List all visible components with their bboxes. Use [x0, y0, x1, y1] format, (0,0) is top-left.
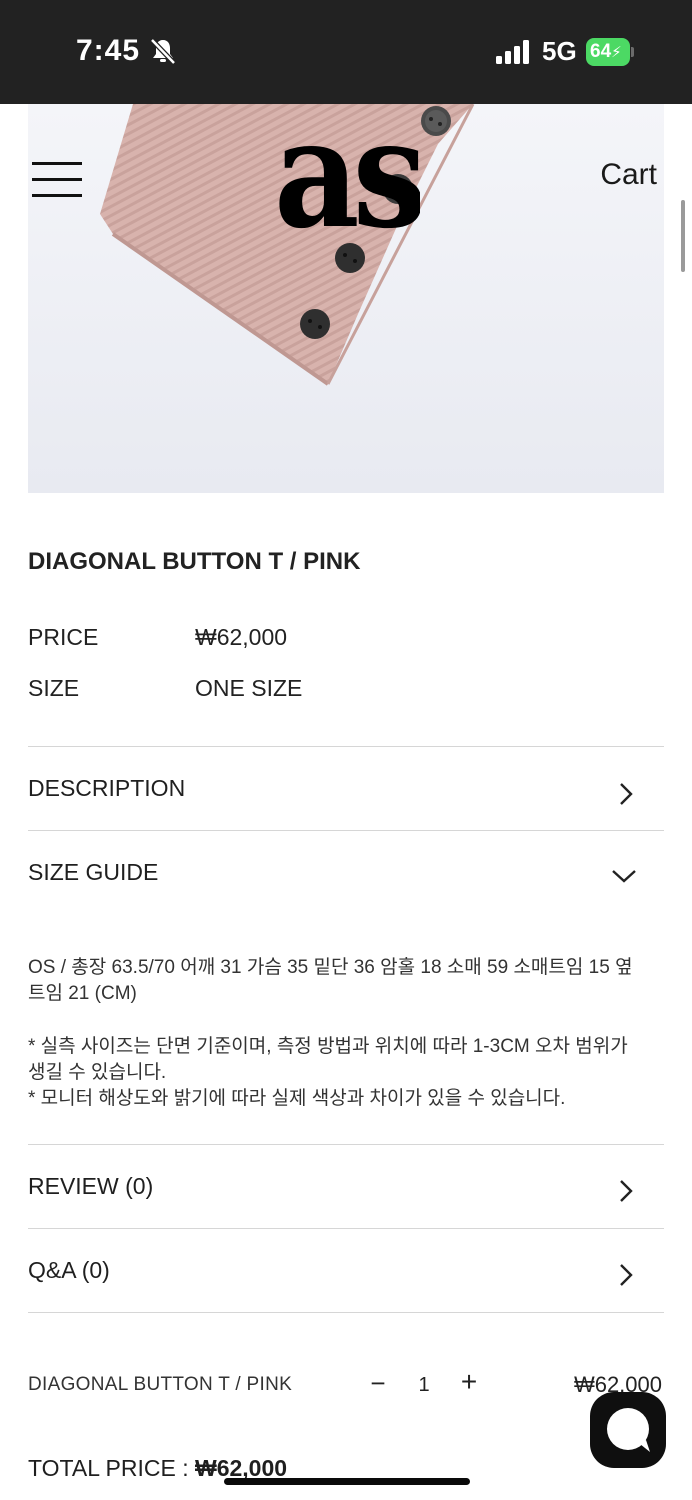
description-toggle[interactable]: DESCRIPTION: [28, 747, 664, 831]
chevron-right-icon: [620, 783, 633, 805]
brand-logo[interactable]: as: [274, 108, 420, 238]
battery-icon: 64⚡: [586, 38, 634, 66]
bell-slash-icon: [150, 38, 176, 65]
svg-text:as: as: [274, 108, 420, 238]
price-value: ₩62,000: [195, 624, 288, 650]
battery-percent: 64: [590, 41, 612, 62]
size-guide-label: SIZE GUIDE: [28, 859, 159, 885]
battery-level: 64⚡: [586, 38, 630, 66]
menu-icon[interactable]: [32, 162, 82, 198]
chevron-down-icon: [612, 870, 636, 883]
size-guide-measurements: OS / 총장 63.5/70 어깨 31 가슴 35 밑단 36 암홀 18 …: [28, 957, 633, 1004]
description-label: DESCRIPTION: [28, 775, 186, 801]
cart-link[interactable]: Cart: [600, 158, 657, 192]
battery-tip: [631, 47, 634, 57]
charging-bolt-icon: ⚡: [611, 44, 622, 61]
product-title: DIAGONAL BUTTON T / PINK: [28, 548, 361, 575]
divider: [28, 1312, 664, 1313]
home-indicator[interactable]: [224, 1478, 470, 1485]
order-item-name: DIAGONAL BUTTON T / PINK: [28, 1374, 293, 1395]
quantity-increase-button[interactable]: +: [456, 1366, 482, 1398]
qna-label: Q&A (0): [28, 1257, 110, 1283]
size-guide-toggle[interactable]: SIZE GUIDE: [28, 831, 664, 915]
menu-line: [32, 194, 82, 197]
chevron-right-icon: [620, 1264, 633, 1286]
menu-line: [32, 178, 82, 181]
total-label: TOTAL PRICE :: [28, 1455, 195, 1481]
chat-button[interactable]: [590, 1392, 666, 1468]
scrollbar-thumb[interactable]: [681, 200, 685, 272]
size-label: SIZE: [28, 675, 80, 701]
chevron-right-icon: [620, 1180, 633, 1202]
signal-icon: [496, 40, 529, 64]
qna-toggle[interactable]: Q&A (0): [28, 1229, 664, 1313]
review-label: REVIEW (0): [28, 1173, 154, 1199]
quantity-value[interactable]: 1: [412, 1374, 436, 1397]
status-bar: 7:45 5G 64⚡: [0, 0, 692, 104]
status-time: 7:45: [76, 34, 141, 67]
size-value: ONE SIZE: [195, 675, 303, 701]
quantity-decrease-button[interactable]: −: [366, 1368, 390, 1400]
size-guide-note-1: * 실측 사이즈는 단면 기준이며, 측정 방법과 위치에 따라 1-3CM 오…: [28, 1036, 628, 1083]
review-toggle[interactable]: REVIEW (0): [28, 1145, 664, 1229]
size-guide-note-2: * 모니터 해상도와 밝기에 따라 실제 색상과 차이가 있을 수 있습니다.: [28, 1088, 566, 1109]
chat-icon: [607, 1408, 650, 1452]
price-label: PRICE: [28, 624, 99, 650]
network-label: 5G: [542, 36, 577, 66]
menu-line: [32, 162, 82, 165]
